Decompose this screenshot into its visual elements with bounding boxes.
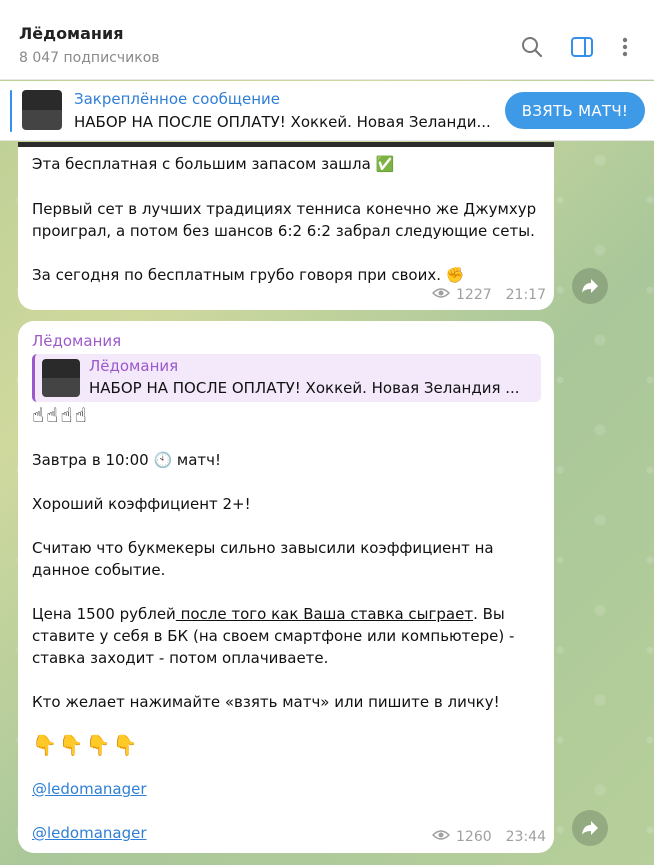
message-author[interactable]: Лёдомания [32,332,121,350]
message-text: Завтра в 10:00 🕙 матч! [32,451,222,469]
message-bubble: Эта бесплатная с большим запасом зашла ✅… [18,142,554,310]
view-count: 1260 [456,829,492,845]
message-text: проиграл, а потом без шансов 6:2 6:2 заб… [32,222,535,240]
message-meta: 1260 23:44 [431,829,546,845]
message-text: Кто желает нажимайте «взять матч» или пи… [32,693,500,711]
reply-title: Лёдомания [89,357,179,375]
message-text: ставите у себя в БК (на своем смартфоне … [32,627,515,645]
message-text: За сегодня по бесплатным грубо говоря пр… [32,266,465,284]
reply-text: НАБОР НА ПОСЛЕ ОПЛАТУ! Хоккей. Новая Зел… [89,379,520,397]
manager-link[interactable]: @ledomanager [32,822,147,844]
manager-link[interactable]: @ledomanager [32,778,147,800]
message-text: ставка заходит - потом оплачиваете. [32,649,329,667]
subscriber-count: 8 047 подписчиков [19,50,160,66]
message-text: Считаю что букмекеры сильно завысили коэ… [32,539,494,557]
pointing-up-emoji-row: ☝☝☝☝ [32,403,89,427]
channel-title[interactable]: Лёдомания [19,24,123,43]
message-time: 21:17 [505,287,546,303]
forward-icon[interactable] [572,268,608,304]
pointing-down-emoji-row: 👇👇👇👇 [32,733,140,757]
reply-thumbnail [42,359,80,397]
message-text: Эта бесплатная с большим запасом зашла ✅ [32,155,395,173]
message-text: Хороший коэффициент 2+! [32,495,251,513]
price-text-end: . Вы [473,605,505,623]
message-time: 23:44 [505,829,546,845]
pinned-thumbnail [22,90,62,130]
message-meta: 1227 21:17 [431,287,546,303]
chat-header: Лёдомания 8 047 подписчиков [0,0,654,80]
eye-icon [431,829,451,845]
take-match-button[interactable]: ВЗЯТЬ МАТЧ! [505,92,645,129]
message-text: Первый сет в лучших традициях тенниса ко… [32,200,537,218]
pinned-title: Закреплённое сообщение [74,90,281,108]
pinned-indicator [10,90,12,132]
sidebar-icon[interactable] [569,34,595,60]
message-bubble: Лёдомания Лёдомания НАБОР НА ПОСЛЕ ОПЛАТ… [18,321,554,853]
message-text: данное событие. [32,561,166,579]
view-count: 1227 [456,287,492,303]
more-icon[interactable] [612,34,638,60]
forward-icon[interactable] [572,810,608,846]
payment-condition-text: после того как Ваша ставка сыграет [175,605,474,623]
reply-preview[interactable]: Лёдомания НАБОР НА ПОСЛЕ ОПЛАТУ! Хоккей.… [32,354,541,402]
media-edge [18,142,554,147]
search-icon[interactable] [519,34,545,60]
price-text: Цена 1500 рублей [32,605,176,623]
eye-icon [431,287,451,303]
message-text: Цена 1500 рублей после того как Ваша ста… [32,603,505,625]
pinned-text: НАБОР НА ПОСЛЕ ОПЛАТУ! Хоккей. Новая Зел… [74,113,491,131]
